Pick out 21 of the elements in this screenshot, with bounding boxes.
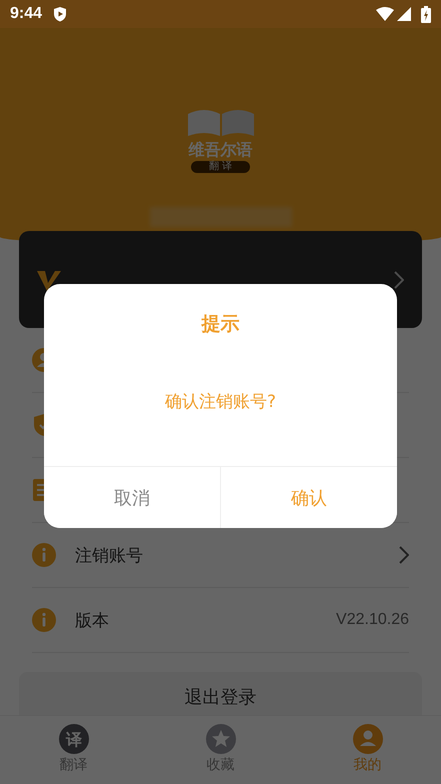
battery-charging-icon: [421, 6, 431, 22]
logo-subtitle: 翻 译: [190, 161, 250, 173]
wifi-icon: [376, 7, 394, 21]
menu-item-label: 注销账号: [75, 544, 144, 566]
confirm-button[interactable]: 确认: [220, 467, 397, 528]
signal-icon: [397, 7, 411, 21]
info-icon: [32, 608, 56, 632]
info-icon: [32, 543, 56, 567]
translate-icon: 译: [58, 724, 88, 754]
v-logo-icon: [37, 268, 61, 290]
open-book-icon: [186, 108, 256, 138]
shield-play-icon: [52, 6, 68, 22]
version-value: V22.10.26: [336, 611, 409, 629]
person-icon: [352, 724, 382, 754]
logout-button[interactable]: 退出登录: [19, 672, 422, 715]
list-icon: [33, 479, 44, 501]
nav-tab[interactable]: 我的: [294, 716, 441, 784]
dialog-title: 提示: [200, 312, 240, 337]
menu-item-label: 版本: [75, 610, 110, 632]
clock-time: 9:44: [10, 5, 42, 23]
logo-title: 维吾尔语: [188, 140, 252, 160]
